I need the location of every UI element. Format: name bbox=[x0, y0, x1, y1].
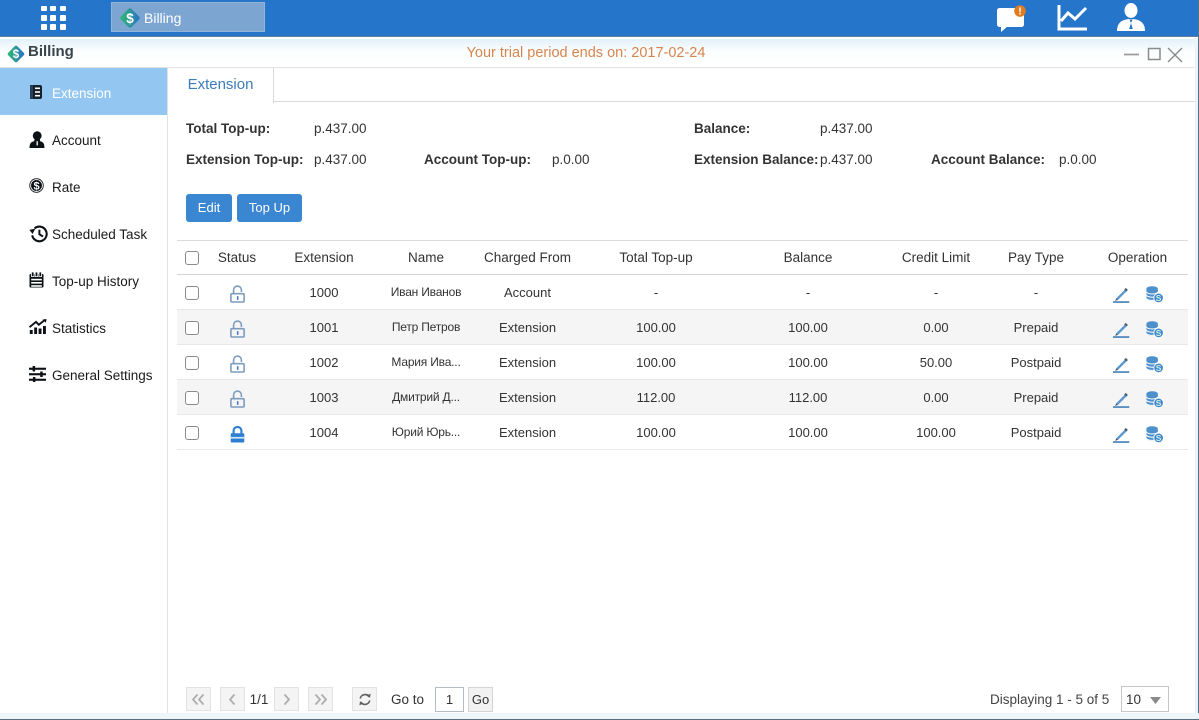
svg-text:S: S bbox=[1155, 433, 1161, 443]
svg-text:S: S bbox=[1155, 293, 1161, 303]
svg-text:$: $ bbox=[126, 11, 134, 26]
svg-text:S: S bbox=[1155, 363, 1161, 373]
svg-text:S: S bbox=[1155, 328, 1161, 338]
svg-text:$: $ bbox=[33, 181, 39, 193]
svg-text:!: ! bbox=[1018, 7, 1021, 18]
svg-text:S: S bbox=[1155, 398, 1161, 408]
